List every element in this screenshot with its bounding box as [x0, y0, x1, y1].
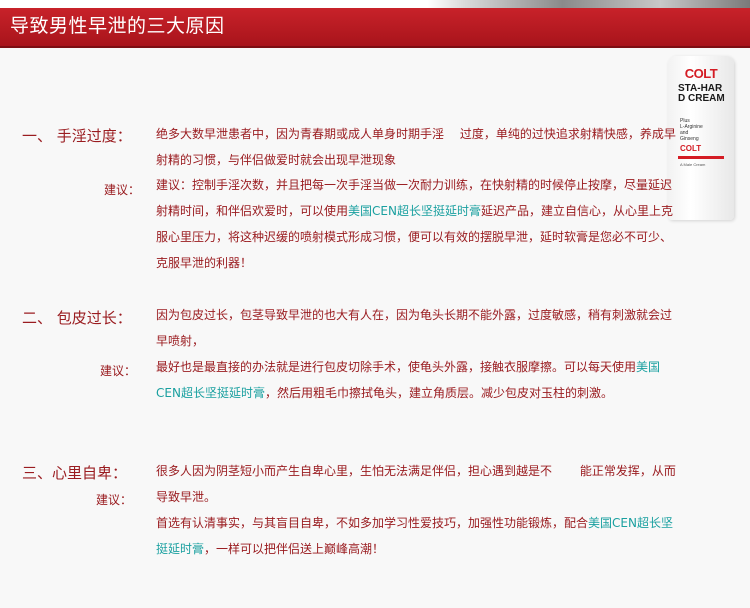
product-brand-secondary: COLT: [680, 144, 702, 153]
section-2-advice-label: 建议：: [100, 364, 137, 378]
section-3-label: 三、心里自卑：: [22, 464, 128, 482]
section-1-label: 一、 手淫过度：: [22, 127, 132, 145]
section-3-text: 很多人因为阴茎短小而产生自卑心里，生怕无法满足伴侣，担心遇到越是不 能正常发挥，…: [156, 464, 676, 504]
section-3-advice-post: ，一样可以把伴侣送上巅峰高潮！: [204, 542, 385, 556]
section-3-advice-pre: 首选有认清事实，与其盲目自卑，不如多加学习性爱技巧，加强性功能锻炼，配合: [156, 516, 589, 530]
section-2-label: 二、 包皮过长：: [22, 309, 132, 327]
page-title: 导致男性早泄的三大原因: [10, 15, 225, 37]
product-brand: COLT: [684, 66, 718, 81]
section-1-advice: 建议：控制手淫次数，并且把每一次手淫当做一次耐力训练，在快射精的时候停止按摩，尽…: [156, 172, 678, 276]
section-2-advice-pre: 最好也是最直接的办法就是进行包皮切除手术，使龟头外露，接触衣服摩擦。可以每天使用: [156, 360, 637, 374]
section-1-advice-label: 建议：: [104, 183, 141, 197]
product-subtitle: Plus L-Arginine and Ginseng: [680, 118, 703, 142]
section-2-advice: 最好也是最直接的办法就是进行包皮切除手术，使龟头外露，接触衣服摩擦。可以每天使用…: [156, 354, 678, 406]
top-banner-strip: [0, 0, 750, 8]
section-1-text: 绝多大数早泄患者中，因为青春期或成人单身时期手淫 过度，单纯的过快追求射精快感，…: [156, 127, 676, 167]
product-name: STA-HARD CREAM: [678, 83, 725, 104]
section-2-text: 因为包皮过长，包茎导致早泄的也大有人在，因为龟头长期不能外露，过度敏感，稍有刺激…: [156, 308, 673, 348]
section-3-advice-label: 建议：: [96, 493, 133, 507]
product-small-print: A Male Cream: [680, 162, 706, 167]
section-1-product-link[interactable]: 美国CEN超长坚挺延时膏: [348, 204, 481, 218]
section-3-advice: 首选有认清事实，与其盲目自卑，不如多加学习性爱技巧，加强性功能锻炼，配合美国CE…: [156, 510, 678, 562]
product-stripe: [678, 156, 724, 159]
section-2-advice-post: ，然后用粗毛巾擦拭龟头，建立角质层。减少包皮对玉柱的刺激。: [264, 386, 613, 400]
section-header-bar: 导致男性早泄的三大原因: [0, 8, 750, 48]
